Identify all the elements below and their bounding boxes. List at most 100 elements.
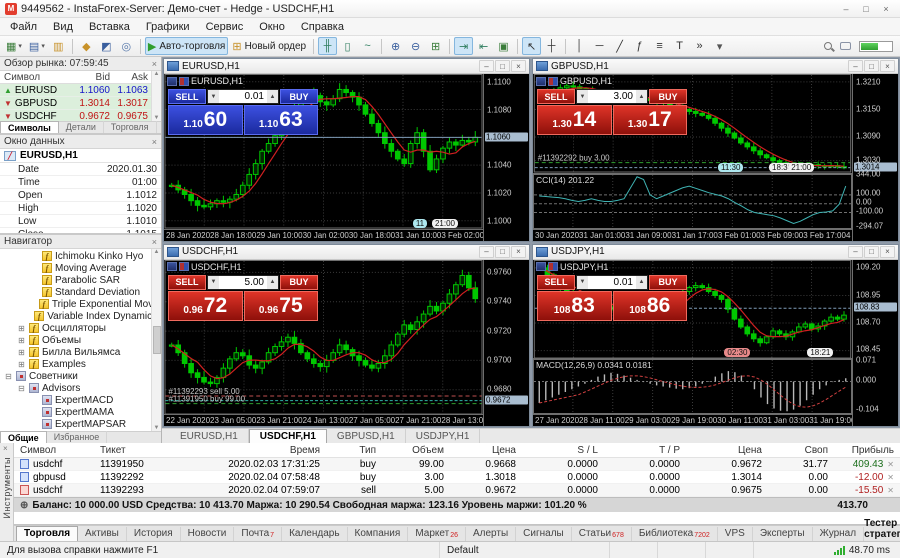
close-position-icon[interactable]: ✕ xyxy=(887,486,894,495)
toolbox-tab-vps[interactable]: VPS xyxy=(718,527,753,541)
market-watch-scrollbar[interactable]: ▲▼ xyxy=(151,71,161,121)
navigator-tab-Общие[interactable]: Общие xyxy=(0,431,47,443)
trade-row-11392293[interactable]: usdchf113922932020.02.04 07:59:07sell5.0… xyxy=(14,484,900,497)
line-mode-button[interactable]: ~ xyxy=(358,37,377,55)
chart-close-button[interactable]: × xyxy=(511,60,526,72)
volume-input[interactable]: ▼0.01▲ xyxy=(207,89,279,104)
trendline-button[interactable]: ╱ xyxy=(610,37,629,55)
buy-price[interactable]: 10886 xyxy=(613,291,688,321)
close-position-icon[interactable]: ✕ xyxy=(887,460,894,469)
buy-button[interactable]: BUY xyxy=(649,275,687,290)
menu-Файл[interactable]: Файл xyxy=(2,20,45,34)
volume-input[interactable]: ▼0.01▲ xyxy=(576,275,648,290)
market-watch-tab-Символы[interactable]: Символы xyxy=(0,121,59,133)
chart-maximize-button[interactable]: □ xyxy=(864,246,879,258)
chart-tab-gbpusd-h1[interactable]: GBPUSD,H1 xyxy=(327,429,406,443)
menu-Графики[interactable]: Графики xyxy=(138,20,198,34)
sell-price[interactable]: 1.3014 xyxy=(537,105,612,135)
navigator-item-объемы[interactable]: ⊞fОбъемы xyxy=(0,334,161,346)
volume-input[interactable]: ▼3.00▲ xyxy=(576,89,648,104)
menu-Вид[interactable]: Вид xyxy=(45,20,81,34)
volume-up-icon[interactable]: ▲ xyxy=(267,90,278,103)
chart-titlebar-gbpusd[interactable]: GBPUSD,H1–□× xyxy=(533,59,898,74)
navigator-item-standard-deviation[interactable]: fStandard Deviation xyxy=(0,286,161,298)
tile-windows-button[interactable]: ⊞ xyxy=(426,37,445,55)
chart-close-button[interactable]: × xyxy=(880,60,895,72)
objects-caret-button[interactable]: ▾ xyxy=(710,37,729,55)
chart-maximize-button[interactable]: □ xyxy=(495,246,510,258)
chat-icon[interactable] xyxy=(840,42,851,50)
navigator-item-parabolic-sar[interactable]: fParabolic SAR xyxy=(0,274,161,286)
menu-Справка[interactable]: Справка xyxy=(293,20,352,34)
chart-minimize-button[interactable]: – xyxy=(479,60,494,72)
navigator-item-осцилляторы[interactable]: ⊞fОсцилляторы xyxy=(0,322,161,334)
buy-price[interactable]: 0.9675 xyxy=(244,291,319,321)
chart-tab-usdjpy-h1[interactable]: USDJPY,H1 xyxy=(406,429,481,443)
window-close-button[interactable]: × xyxy=(877,2,895,15)
market-watch-toggle[interactable]: ◆ xyxy=(77,37,96,55)
volume-down-icon[interactable]: ▼ xyxy=(208,90,219,103)
toolbox-tab-история[interactable]: История xyxy=(127,527,181,541)
data-window-close-icon[interactable]: × xyxy=(152,137,157,147)
navigator-item-expertmapsar[interactable]: ExpertMAPSAR xyxy=(0,418,161,430)
toolbox-tab-маркет[interactable]: Маркет26 xyxy=(408,527,466,541)
navigator-item-expertmama[interactable]: ExpertMAMA xyxy=(0,406,161,418)
navigator-item-examples[interactable]: ⊞fExamples xyxy=(0,358,161,370)
sell-price[interactable]: 0.9672 xyxy=(168,291,243,321)
window-minimize-button[interactable]: – xyxy=(837,2,855,15)
bars-mode-button[interactable]: ╫ xyxy=(318,37,337,55)
buy-button[interactable]: BUY xyxy=(649,89,687,104)
buy-price[interactable]: 1.1063 xyxy=(244,105,319,135)
navigator-item-variable-index-dynamic-a[interactable]: fVariable Index Dynamic A xyxy=(0,310,161,322)
market-watch-row-gbpusd[interactable]: ▼GBPUSD1.30141.3017 xyxy=(0,97,161,110)
toolbox-tab-календарь[interactable]: Календарь xyxy=(282,527,347,541)
navigator-item-билла-вильямса[interactable]: ⊞fБилла Вильямса xyxy=(0,346,161,358)
chart-close-button[interactable]: × xyxy=(511,246,526,258)
volume-input[interactable]: ▼5.00▲ xyxy=(207,275,279,290)
channel-button[interactable]: ≡ xyxy=(650,37,669,55)
toolbox-tab-алерты[interactable]: Алерты xyxy=(466,527,516,541)
volume-down-icon[interactable]: ▼ xyxy=(577,90,588,103)
volume-down-icon[interactable]: ▼ xyxy=(208,276,219,289)
buy-button[interactable]: BUY xyxy=(280,89,318,104)
navigator-scrollbar[interactable]: ▲▼ xyxy=(151,249,161,431)
chart-tab-eurusd-h1[interactable]: EURUSD,H1 xyxy=(170,429,249,443)
navigator-item-ichimoku-kinko-hyo[interactable]: fIchimoku Kinko Hyo xyxy=(0,250,161,262)
window-maximize-button[interactable]: □ xyxy=(857,2,875,15)
chart-minimize-button[interactable]: – xyxy=(848,246,863,258)
trade-row-11392292[interactable]: gbpusd113922922020.02.04 07:58:48buy3.00… xyxy=(14,471,900,484)
trade-row-11391950[interactable]: usdchf113919502020.02.03 17:31:25buy99.0… xyxy=(14,458,900,471)
indicators-button[interactable]: ▣ xyxy=(494,37,513,55)
navigator-item-moving-average[interactable]: fMoving Average xyxy=(0,262,161,274)
strategy-tester-label[interactable]: Тестер стратегий xyxy=(864,518,900,541)
chart-plot-gbpusd[interactable]: #11392292 buy 3.00GBPUSD,H1SELL▼3.00▲BUY… xyxy=(533,74,852,173)
candles-mode-button[interactable]: ▯ xyxy=(338,37,357,55)
autotrading-button[interactable]: ▶Авто-торговля xyxy=(145,37,229,55)
auto-scroll-button[interactable]: ⇥ xyxy=(454,37,473,55)
navigator-item-triple-exponential-movin[interactable]: fTriple Exponential Movin xyxy=(0,298,161,310)
buy-button[interactable]: BUY xyxy=(280,275,318,290)
sell-button[interactable]: SELL xyxy=(537,275,575,290)
chart-titlebar-usdjpy[interactable]: USDJPY,H1–□× xyxy=(533,245,898,260)
navigator-close-icon[interactable]: × xyxy=(152,237,157,247)
buy-price[interactable]: 1.3017 xyxy=(613,105,688,135)
text-button[interactable]: T xyxy=(670,37,689,55)
sell-button[interactable]: SELL xyxy=(168,89,206,104)
tree-expand-icon[interactable]: ⊞ xyxy=(17,324,26,333)
profiles-button[interactable]: ▤▾ xyxy=(26,37,48,55)
chart-titlebar-usdchf[interactable]: USDCHF,H1–□× xyxy=(164,245,529,260)
menu-Окно[interactable]: Окно xyxy=(251,20,293,34)
chart-plot-usdjpy[interactable]: USDJPY,H1SELL▼0.01▲BUY108831088602:3018:… xyxy=(533,260,852,359)
menu-Сервис[interactable]: Сервис xyxy=(198,20,252,34)
toolbox-tab-новости[interactable]: Новости xyxy=(181,527,235,541)
close-position-icon[interactable]: ✕ xyxy=(887,473,894,482)
chart-plot-eurusd[interactable]: EURUSD,H1SELL▼0.01▲BUY1.10601.10631121:0… xyxy=(164,74,483,229)
navigator-item-advisors[interactable]: ⊟Advisors xyxy=(0,382,161,394)
volume-up-icon[interactable]: ▲ xyxy=(267,276,278,289)
chart-close-button[interactable]: × xyxy=(880,246,895,258)
navigator-tab-Избранное[interactable]: Избранное xyxy=(47,431,108,443)
toolbox-tab-почта[interactable]: Почта7 xyxy=(234,527,282,541)
new-order-button[interactable]: ⊞Новый ордер xyxy=(229,37,309,55)
arrows-button[interactable]: » xyxy=(690,37,709,55)
toolbox-tab-компания[interactable]: Компания xyxy=(348,527,409,541)
